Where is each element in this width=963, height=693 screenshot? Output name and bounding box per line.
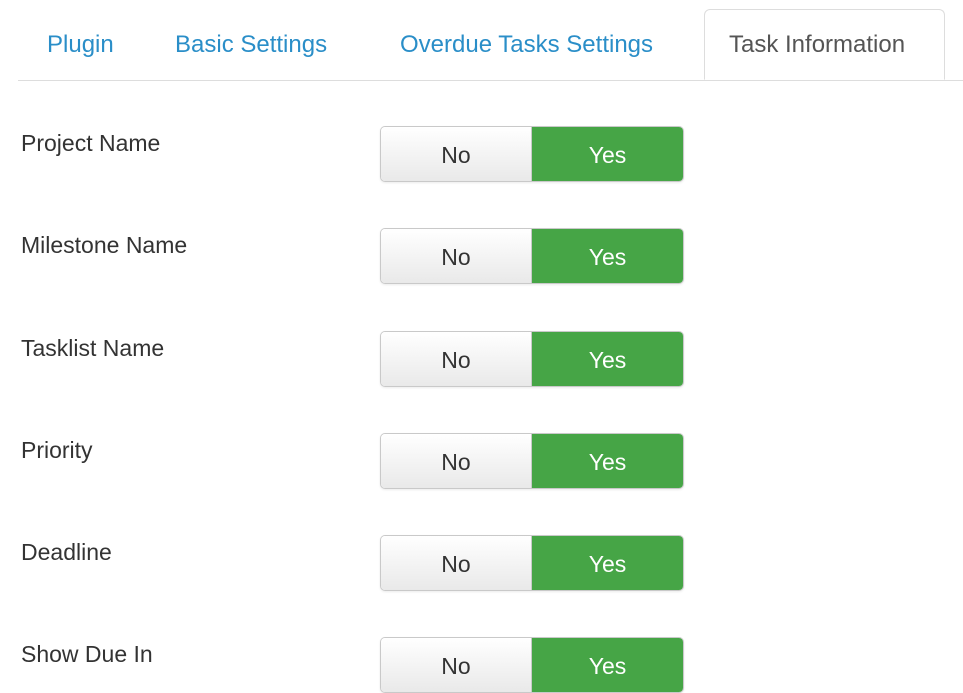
field-row-deadline: Deadline No Yes: [0, 535, 963, 591]
tasklist-name-toggle: No Yes: [380, 331, 684, 387]
show-due-in-no-button[interactable]: No: [381, 638, 532, 692]
project-name-yes-button[interactable]: Yes: [532, 127, 683, 181]
show-due-in-toggle: No Yes: [380, 637, 684, 693]
field-row-milestone-name: Milestone Name No Yes: [0, 228, 963, 284]
field-row-priority: Priority No Yes: [0, 433, 963, 489]
milestone-name-toggle: No Yes: [380, 228, 684, 284]
field-label: Deadline: [21, 539, 112, 565]
milestone-name-no-button[interactable]: No: [381, 229, 532, 283]
field-label: Priority: [21, 437, 93, 463]
show-due-in-yes-button[interactable]: Yes: [532, 638, 683, 692]
deadline-toggle: No Yes: [380, 535, 684, 591]
field-label: Project Name: [21, 130, 161, 156]
field-row-tasklist-name: Tasklist Name No Yes: [0, 331, 963, 387]
deadline-yes-button[interactable]: Yes: [532, 536, 683, 590]
tab-basic-settings[interactable]: Basic Settings: [175, 9, 327, 80]
tasklist-name-no-button[interactable]: No: [381, 332, 532, 386]
field-label: Tasklist Name: [21, 335, 165, 361]
milestone-name-yes-button[interactable]: Yes: [532, 229, 683, 283]
settings-tabs: Plugin Basic Settings Overdue Tasks Sett…: [18, 9, 963, 81]
project-name-no-button[interactable]: No: [381, 127, 532, 181]
field-row-show-due-in: Show Due In No Yes: [0, 637, 963, 693]
tasklist-name-yes-button[interactable]: Yes: [532, 332, 683, 386]
field-row-project-name: Project Name No Yes: [0, 126, 963, 182]
tab-overdue-tasks-settings[interactable]: Overdue Tasks Settings: [400, 9, 653, 80]
field-label: Show Due In: [21, 641, 153, 667]
priority-toggle: No Yes: [380, 433, 684, 489]
priority-yes-button[interactable]: Yes: [532, 434, 683, 488]
field-label: Milestone Name: [21, 232, 188, 258]
tab-task-information[interactable]: Task Information: [704, 9, 945, 80]
deadline-no-button[interactable]: No: [381, 536, 532, 590]
project-name-toggle: No Yes: [380, 126, 684, 182]
priority-no-button[interactable]: No: [381, 434, 532, 488]
tab-plugin[interactable]: Plugin: [47, 9, 114, 80]
